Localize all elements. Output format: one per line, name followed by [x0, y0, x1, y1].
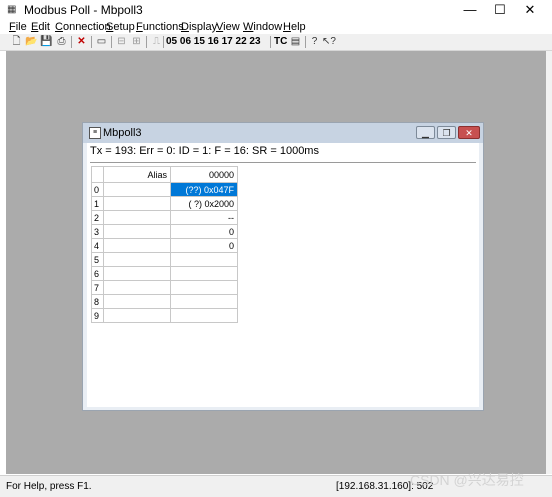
menu-bar: File Edit Connection Setup Functions Dis…: [0, 20, 552, 34]
alias-cell[interactable]: [103, 280, 171, 295]
menu-edit[interactable]: Edit: [31, 21, 50, 33]
value-cell[interactable]: [170, 252, 238, 267]
value-cell[interactable]: [170, 308, 238, 323]
row-number: 0: [91, 182, 104, 197]
table-row: 6: [91, 266, 238, 281]
row-number: 5: [91, 252, 104, 267]
window-icon[interactable]: ▭: [95, 35, 108, 48]
function-code-buttons[interactable]: 05 06 15 16 17 22 23: [166, 35, 261, 49]
alias-cell[interactable]: [103, 266, 171, 281]
document-icon: ≡: [89, 127, 101, 139]
column-header-alias[interactable]: Alias: [103, 166, 171, 183]
background-window-edge: [546, 51, 552, 474]
value-cell[interactable]: [170, 294, 238, 309]
row-number: 4: [91, 238, 104, 253]
menu-connection[interactable]: Connection: [55, 21, 111, 33]
table-row: 9: [91, 308, 238, 323]
alias-cell[interactable]: [103, 308, 171, 323]
value-cell[interactable]: --: [170, 210, 238, 225]
print-icon[interactable]: ⎙: [55, 35, 68, 48]
row-number: 2: [91, 210, 104, 225]
toolbar-separator: [163, 36, 164, 48]
value-cell[interactable]: 0: [170, 224, 238, 239]
toolbar-separator: [305, 36, 306, 48]
table-corner: [91, 166, 104, 183]
close-button[interactable]: ✕: [519, 2, 541, 18]
delete-icon[interactable]: ✕: [75, 35, 88, 48]
table-row: 3 0: [91, 224, 238, 239]
mbpoll3-window[interactable]: ≡ Mbpoll3 ▁ ❐ ✕ Tx = 193: Err = 0: ID = …: [82, 122, 484, 411]
open-icon[interactable]: 📂: [25, 35, 38, 48]
alias-cell[interactable]: [103, 294, 171, 309]
table-row: 7: [91, 280, 238, 295]
register-table: Alias 00000 0 (??) 0x047F 1 ( ?) 0x2000 …: [91, 166, 238, 323]
window-title: Modbus Poll - Mbpoll3: [24, 3, 143, 17]
value-cell[interactable]: ( ?) 0x2000: [170, 196, 238, 211]
toolbar-separator: [146, 36, 147, 48]
child-client-area: Tx = 193: Err = 0: ID = 1: F = 16: SR = …: [87, 143, 479, 407]
row-number: 8: [91, 294, 104, 309]
table-row: 5: [91, 252, 238, 267]
pulse-icon[interactable]: ⎍: [150, 35, 163, 48]
row-number: 1: [91, 196, 104, 211]
help-icon[interactable]: ?: [308, 35, 321, 48]
row-number: 9: [91, 308, 104, 323]
value-cell[interactable]: [170, 266, 238, 281]
menu-view[interactable]: View: [216, 21, 240, 33]
row-number: 7: [91, 280, 104, 295]
new-icon[interactable]: 🗋: [10, 35, 23, 48]
toolbar-separator: [71, 36, 72, 48]
table-row: 0 (??) 0x047F: [91, 182, 238, 197]
alias-cell[interactable]: [103, 196, 171, 211]
watermark: CSDN @兴达易控: [410, 472, 524, 488]
alias-cell[interactable]: [103, 182, 171, 197]
menu-display[interactable]: Display: [181, 21, 217, 33]
alias-cell[interactable]: [103, 252, 171, 267]
tc-button[interactable]: TC: [274, 35, 287, 49]
child-close-button[interactable]: ✕: [458, 126, 480, 139]
minimize-button[interactable]: —: [459, 2, 481, 18]
child-minimize-button[interactable]: ▁: [416, 126, 435, 139]
title-bar: ▦ Modbus Poll - Mbpoll3 — ☐ ✕: [0, 0, 552, 20]
child-title-bar[interactable]: ≡ Mbpoll3 ▁ ❐ ✕: [83, 123, 483, 143]
value-cell[interactable]: 0: [170, 238, 238, 253]
alias-cell[interactable]: [103, 210, 171, 225]
value-cell[interactable]: [170, 280, 238, 295]
disconnect-icon[interactable]: ⊞: [130, 35, 143, 48]
status-help-text: For Help, press F1.: [6, 481, 92, 492]
menu-functions[interactable]: Functions: [136, 21, 184, 33]
save-icon[interactable]: 💾: [40, 35, 53, 48]
menu-help[interactable]: Help: [283, 21, 306, 33]
maximize-button[interactable]: ☐: [489, 2, 511, 18]
poll-status-line: Tx = 193: Err = 0: ID = 1: F = 16: SR = …: [90, 145, 319, 157]
toolbar: 🗋 📂 💾 ⎙ ✕ ▭ ⊟ ⊞ ⎍ 05 06 15 16 17 22 23 T…: [0, 34, 552, 51]
row-number: 6: [91, 266, 104, 281]
modbus-poll-app-icon: ▦: [7, 4, 17, 15]
menu-window[interactable]: Window: [243, 21, 282, 33]
child-restore-button[interactable]: ❐: [437, 126, 456, 139]
table-row: 4 0: [91, 238, 238, 253]
table-row: 8: [91, 294, 238, 309]
child-window-title: Mbpoll3: [103, 127, 142, 139]
row-number: 3: [91, 224, 104, 239]
communication-traffic-icon[interactable]: ▤: [289, 35, 302, 48]
table-row: 1 ( ?) 0x2000: [91, 196, 238, 211]
toolbar-separator: [111, 36, 112, 48]
toolbar-separator: [91, 36, 92, 48]
connect-icon[interactable]: ⊟: [115, 35, 128, 48]
alias-cell[interactable]: [103, 224, 171, 239]
menu-file[interactable]: File: [9, 21, 27, 33]
table-row: 2 --: [91, 210, 238, 225]
alias-cell[interactable]: [103, 238, 171, 253]
header-divider: [90, 162, 476, 163]
toolbar-separator: [270, 36, 271, 48]
menu-setup[interactable]: Setup: [106, 21, 135, 33]
column-header-address[interactable]: 00000: [170, 166, 238, 183]
context-help-icon[interactable]: ↖?: [322, 35, 336, 48]
value-cell[interactable]: (??) 0x047F: [170, 182, 238, 197]
